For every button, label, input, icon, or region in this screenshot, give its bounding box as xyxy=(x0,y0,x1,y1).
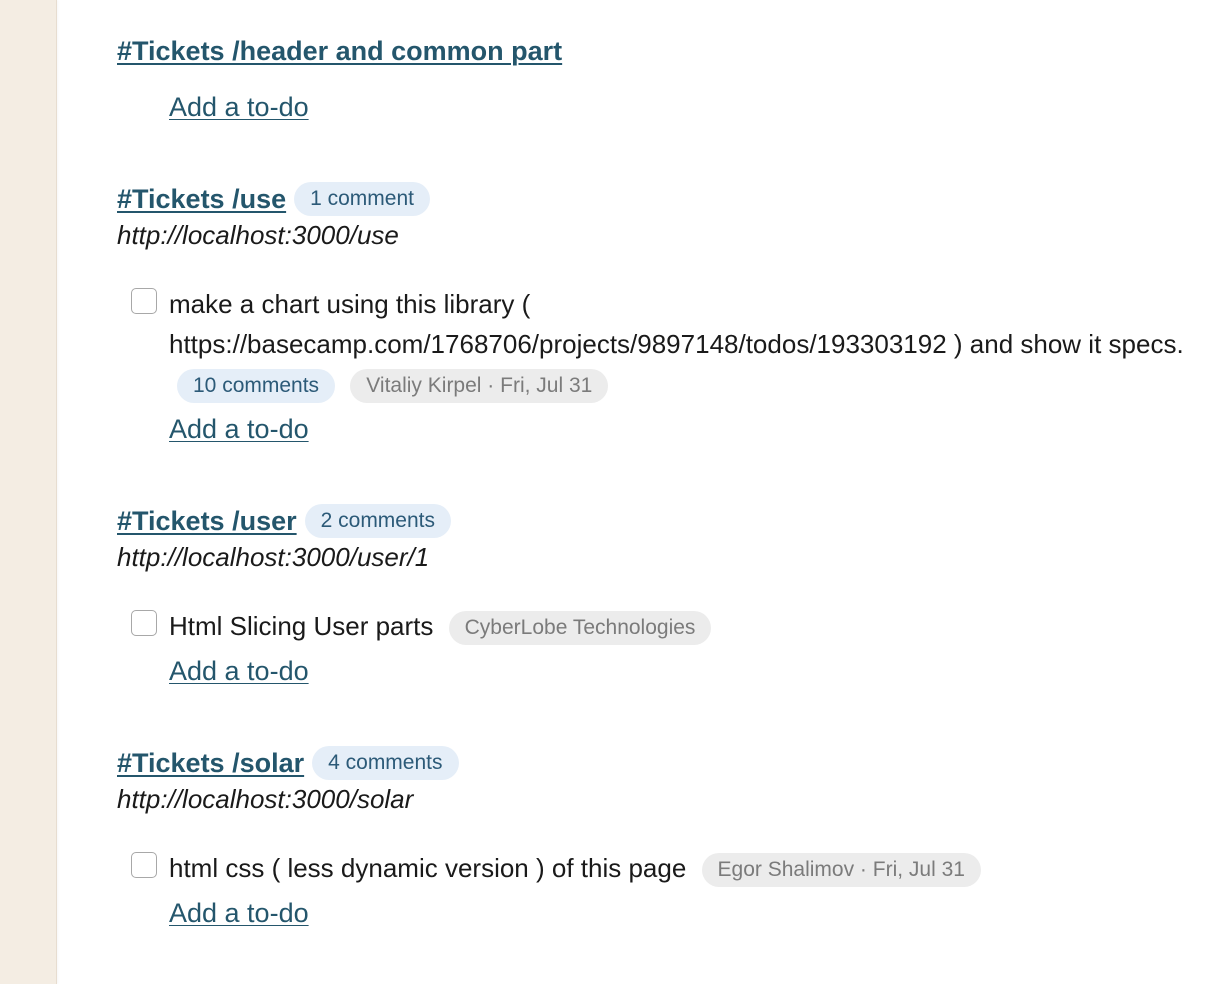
todo-meta-badge: Vitaliy Kirpel · Fri, Jul 31 xyxy=(350,369,609,404)
app-window: #Tickets /header and common part Add a t… xyxy=(0,0,1224,984)
comments-badge[interactable]: 1 comment xyxy=(294,182,430,216)
todo-item: html css ( less dynamic version ) of thi… xyxy=(131,848,1224,888)
list-title-link[interactable]: #Tickets /use xyxy=(117,184,286,215)
todo-text[interactable]: html css ( less dynamic version ) of thi… xyxy=(169,853,686,883)
comments-badge[interactable]: 4 comments xyxy=(312,746,459,780)
todo-list: #Tickets /solar 4 comments http://localh… xyxy=(117,745,1224,928)
list-title: #Tickets /solar 4 comments xyxy=(117,745,1224,781)
list-title-link[interactable]: #Tickets /solar xyxy=(117,748,304,779)
todo-text[interactable]: Html Slicing User parts xyxy=(169,611,433,641)
todo-item: Html Slicing User parts CyberLobe Techno… xyxy=(131,606,1224,646)
todo-meta-badge: Egor Shalimov · Fri, Jul 31 xyxy=(701,853,981,888)
todo-meta-badge: CyberLobe Technologies xyxy=(448,611,712,646)
todo-checkbox[interactable] xyxy=(131,288,157,314)
list-title: #Tickets /header and common part xyxy=(117,33,1224,69)
todo-text[interactable]: make a chart using this library ( https:… xyxy=(169,289,1184,359)
comments-badge[interactable]: 2 comments xyxy=(304,504,451,538)
todo-comments-badge[interactable]: 10 comments xyxy=(177,369,336,404)
add-todo-link[interactable]: Add a to-do xyxy=(169,898,309,929)
todo-list: #Tickets /user 2 comments http://localho… xyxy=(117,503,1224,686)
todo-checkbox[interactable] xyxy=(131,610,157,636)
list-description: http://localhost:3000/user/1 xyxy=(117,542,430,572)
add-todo-link[interactable]: Add a to-do xyxy=(169,414,309,445)
list-title: #Tickets /use 1 comment xyxy=(117,181,1224,217)
add-todo-link[interactable]: Add a to-do xyxy=(169,92,309,123)
list-description: http://localhost:3000/solar xyxy=(117,784,414,814)
todo-checkbox[interactable] xyxy=(131,852,157,878)
list-description: http://localhost:3000/use xyxy=(117,220,399,250)
todo-list: #Tickets /header and common part Add a t… xyxy=(117,33,1224,123)
add-todo-link[interactable]: Add a to-do xyxy=(169,656,309,687)
side-rail xyxy=(0,0,57,984)
todo-list: #Tickets /use 1 comment http://localhost… xyxy=(117,181,1224,444)
todo-item: make a chart using this library ( https:… xyxy=(131,284,1224,404)
list-title-link[interactable]: #Tickets /user xyxy=(117,506,297,537)
list-title: #Tickets /user 2 comments xyxy=(117,503,1224,539)
list-title-link[interactable]: #Tickets /header and common part xyxy=(117,36,562,67)
